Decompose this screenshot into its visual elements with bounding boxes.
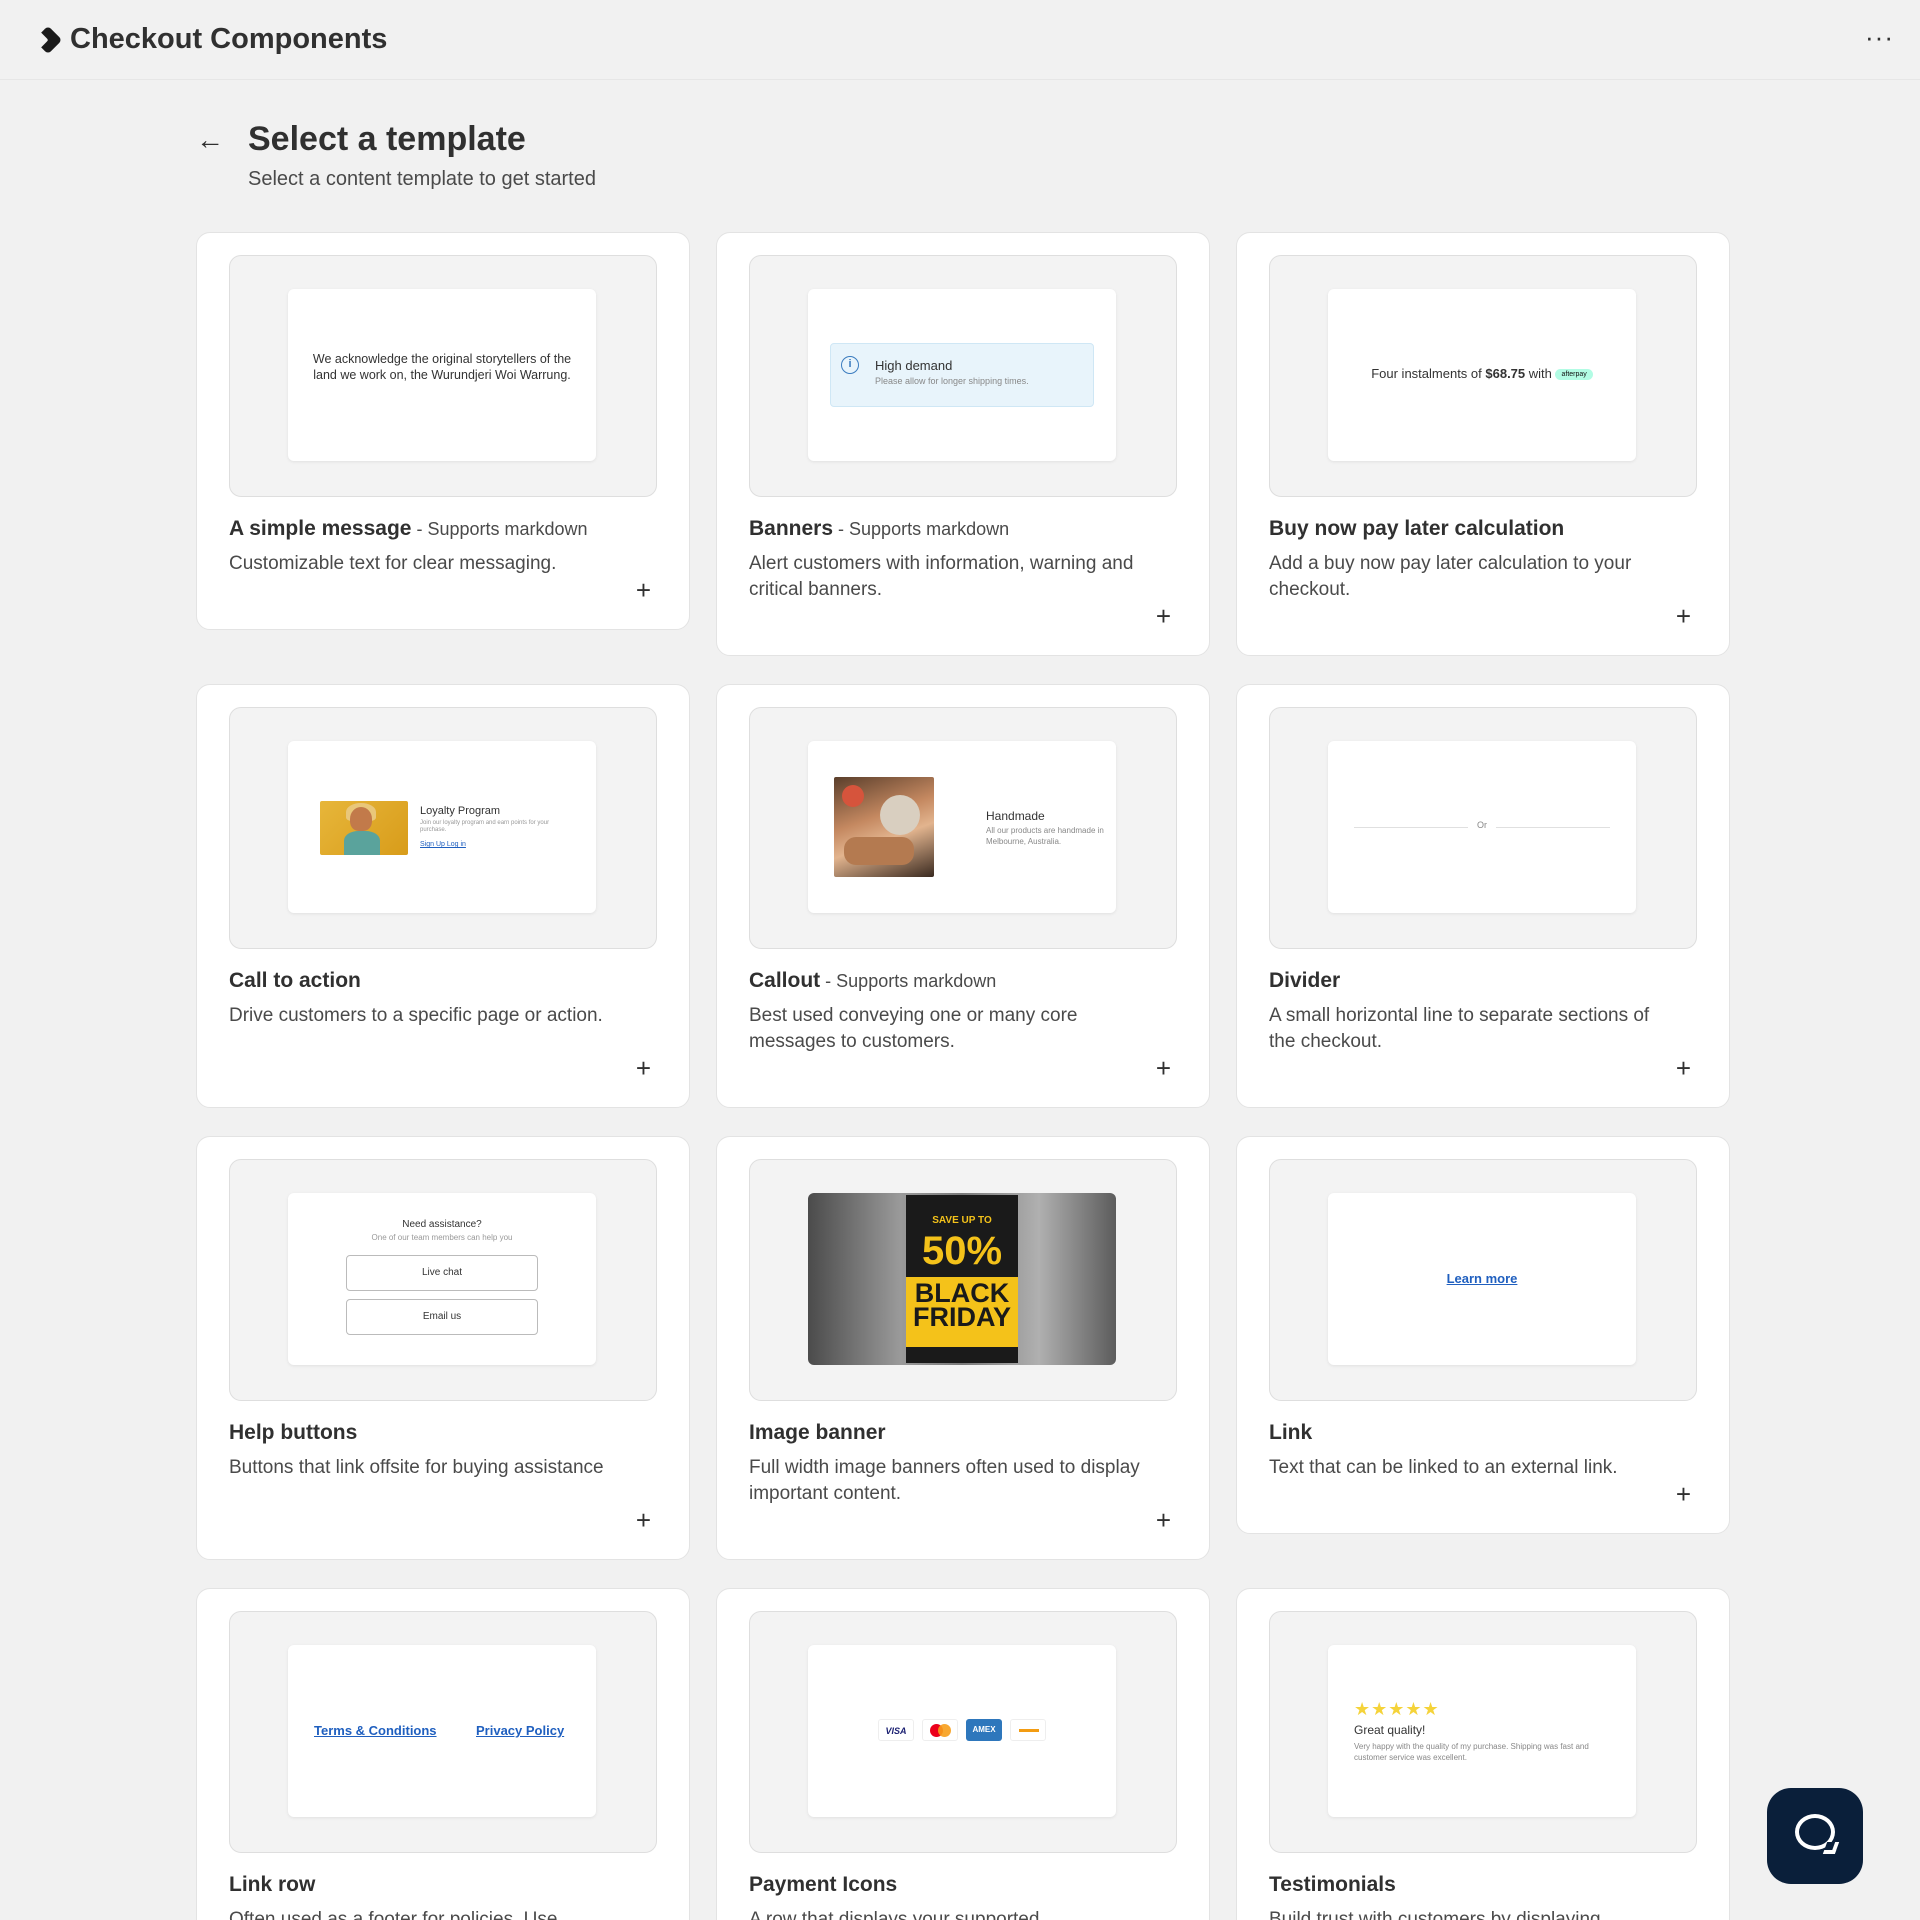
template-card-image-banner[interactable]: SAVE UP TO 50% BLACK FRIDAY Image banner… bbox=[716, 1136, 1210, 1560]
card-description: A small horizontal line to separate sect… bbox=[1269, 1005, 1650, 1052]
add-icon[interactable]: + bbox=[1156, 603, 1171, 629]
card-tag: - Supports markdown bbox=[820, 971, 997, 991]
preview-terms-link: Terms & Conditions bbox=[314, 1723, 437, 1738]
add-icon[interactable]: + bbox=[636, 1055, 651, 1081]
template-card-payment-icons[interactable]: VISA AMEX Payment Icons A row that displ… bbox=[716, 1588, 1210, 1920]
template-preview: Need assistance? One of our team members… bbox=[229, 1159, 657, 1401]
card-title: Banners bbox=[749, 517, 834, 540]
preview-info-banner: i High demand Please allow for longer sh… bbox=[830, 343, 1094, 407]
card-description: Best used conveying one or many core mes… bbox=[749, 1005, 1078, 1052]
template-preview: Or bbox=[1269, 707, 1697, 949]
template-card-call-to-action[interactable]: Loyalty Program Join our loyalty program… bbox=[196, 684, 690, 1108]
card-description: Add a buy now pay later calculation to y… bbox=[1269, 553, 1632, 600]
card-title: Callout bbox=[749, 969, 821, 992]
card-title: Link bbox=[1269, 1421, 1313, 1444]
preview-link: Learn more bbox=[1446, 1271, 1518, 1286]
card-title: Call to action bbox=[229, 969, 361, 992]
template-card-banners[interactable]: i High demand Please allow for longer sh… bbox=[716, 232, 1210, 656]
back-arrow-icon[interactable]: ← bbox=[196, 124, 224, 156]
preview-black-friday-image: SAVE UP TO 50% BLACK FRIDAY bbox=[808, 1193, 1116, 1365]
page-title: Select a template bbox=[248, 120, 526, 158]
add-icon[interactable]: + bbox=[1676, 603, 1691, 629]
card-title: A simple message bbox=[229, 517, 412, 540]
card-title: Link row bbox=[229, 1873, 316, 1896]
template-preview: SAVE UP TO 50% BLACK FRIDAY bbox=[749, 1159, 1177, 1401]
card-description: Buttons that link offsite for buying ass… bbox=[229, 1457, 604, 1478]
add-icon[interactable]: + bbox=[1676, 1055, 1691, 1081]
card-description: Drive customers to a specific page or ac… bbox=[229, 1005, 603, 1026]
card-title: Testimonials bbox=[1269, 1873, 1396, 1896]
template-preview: ★★★★★ Great quality! Very happy with the… bbox=[1269, 1611, 1697, 1853]
afterpay-logo: afterpay bbox=[1555, 369, 1593, 381]
card-description: Alert customers with information, warnin… bbox=[749, 553, 1134, 600]
card-title: Help buttons bbox=[229, 1421, 358, 1444]
template-preview: We acknowledge the original storytellers… bbox=[229, 255, 657, 497]
info-icon: i bbox=[841, 356, 859, 374]
chat-launcher-button[interactable] bbox=[1767, 1788, 1863, 1884]
template-card-divider[interactable]: Or Divider A small horizontal line to se… bbox=[1236, 684, 1730, 1108]
preview-photo bbox=[320, 801, 408, 855]
card-title: Payment Icons bbox=[749, 1873, 898, 1896]
more-options-button[interactable]: ··· bbox=[1865, 22, 1894, 53]
visa-icon: VISA bbox=[878, 1719, 914, 1741]
preview-bnpl-text: Four instalments of $68.75 with afterpay bbox=[1328, 366, 1636, 381]
mastercard-icon bbox=[922, 1719, 958, 1741]
card-description: A row that displays your supported bbox=[749, 1909, 1040, 1920]
preview-message-text: We acknowledge the original storytellers… bbox=[312, 352, 572, 382]
card-description: Customizable text for clear messaging. bbox=[229, 553, 557, 574]
preview-photo bbox=[834, 777, 934, 877]
template-preview: Four instalments of $68.75 with afterpay bbox=[1269, 255, 1697, 497]
top-bar: Checkout Components ··· bbox=[0, 0, 1920, 80]
star-rating-icon: ★★★★★ bbox=[1354, 1699, 1440, 1719]
card-description: Often used as a footer for policies. Use bbox=[229, 1909, 558, 1920]
template-preview: Loyalty Program Join our loyalty program… bbox=[229, 707, 657, 949]
template-card-simple-message[interactable]: We acknowledge the original storytellers… bbox=[196, 232, 690, 630]
add-icon[interactable]: + bbox=[636, 1507, 651, 1533]
preview-privacy-link: Privacy Policy bbox=[476, 1723, 565, 1738]
card-description: Text that can be linked to an external l… bbox=[1269, 1457, 1618, 1478]
add-icon[interactable]: + bbox=[636, 577, 651, 603]
template-card-callout[interactable]: Handmade All our products are handmade i… bbox=[716, 684, 1210, 1108]
template-preview: VISA AMEX bbox=[749, 1611, 1177, 1853]
template-card-testimonials[interactable]: ★★★★★ Great quality! Very happy with the… bbox=[1236, 1588, 1730, 1920]
template-card-help-buttons[interactable]: Need assistance? One of our team members… bbox=[196, 1136, 690, 1560]
add-icon[interactable]: + bbox=[1156, 1507, 1171, 1533]
app-title: Checkout Components bbox=[70, 23, 388, 55]
template-card-link[interactable]: Learn more Link Text that can be linked … bbox=[1236, 1136, 1730, 1534]
preview-email-button: Email us bbox=[346, 1299, 538, 1335]
template-preview: Terms & Conditions Privacy Policy bbox=[229, 1611, 657, 1853]
card-tag: - Supports markdown bbox=[411, 519, 588, 539]
preview-live-chat-button: Live chat bbox=[346, 1255, 538, 1291]
page-subtitle: Select a content template to get started bbox=[248, 168, 596, 190]
template-card-bnpl[interactable]: Four instalments of $68.75 with afterpay… bbox=[1236, 232, 1730, 656]
add-icon[interactable]: + bbox=[1156, 1055, 1171, 1081]
card-tag: - Supports markdown bbox=[833, 519, 1010, 539]
template-card-link-row[interactable]: Terms & Conditions Privacy Policy Link r… bbox=[196, 1588, 690, 1920]
add-icon[interactable]: + bbox=[1676, 1481, 1691, 1507]
preview-payment-row: VISA AMEX bbox=[878, 1719, 1046, 1741]
app-logo-icon bbox=[31, 25, 63, 54]
amex-icon: AMEX bbox=[966, 1719, 1002, 1741]
generic-card-icon bbox=[1010, 1719, 1046, 1741]
card-description: Build trust with customers by displaying bbox=[1269, 1909, 1601, 1920]
template-preview: Learn more bbox=[1269, 1159, 1697, 1401]
template-preview: i High demand Please allow for longer sh… bbox=[749, 255, 1177, 497]
card-title: Image banner bbox=[749, 1421, 886, 1444]
card-title: Divider bbox=[1269, 969, 1341, 992]
card-title: Buy now pay later calculation bbox=[1269, 517, 1565, 540]
card-description: Full width image banners often used to d… bbox=[749, 1457, 1140, 1504]
template-preview: Handmade All our products are handmade i… bbox=[749, 707, 1177, 949]
